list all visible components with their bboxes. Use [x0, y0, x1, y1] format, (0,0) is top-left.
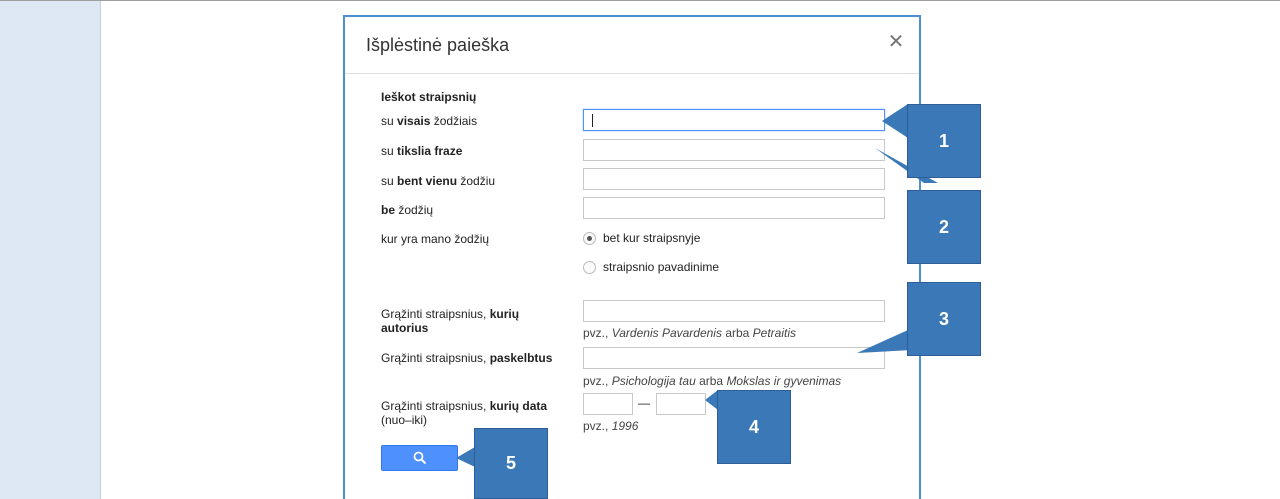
marker-5: 5 [474, 428, 548, 499]
marker-2: 2 [907, 190, 981, 264]
callout-1-pointer [882, 104, 908, 138]
marker-3: 3 [907, 282, 981, 356]
callout-3-pointer [857, 330, 912, 353]
marker-4: 4 [717, 390, 791, 464]
callout-5-pointer [456, 447, 475, 467]
marker-1: 1 [907, 104, 981, 178]
callout-lines [456, 104, 938, 467]
